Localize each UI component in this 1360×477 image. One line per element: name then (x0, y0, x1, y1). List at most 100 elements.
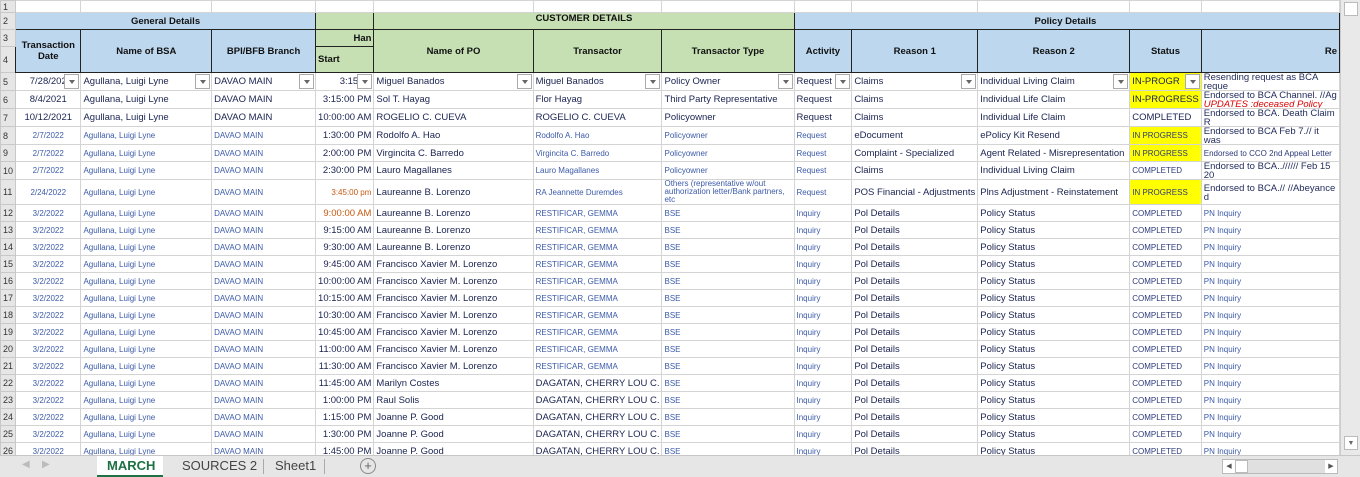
row-header[interactable]: 22 (0, 374, 17, 392)
cell-transaction-date[interactable]: 8/4/2021 (15, 90, 82, 109)
row-header[interactable]: 26 (0, 442, 17, 455)
vertical-scrollbar[interactable]: ▼ (1340, 0, 1360, 455)
cell-status[interactable]: COMPLETED (1129, 255, 1202, 273)
cell-activity[interactable]: Request (793, 72, 853, 91)
cell-reason-2[interactable]: Policy Status (977, 255, 1131, 273)
cell-bsa-name[interactable]: Agullana, Luigi Lyne (80, 255, 213, 273)
cell-transaction-date[interactable]: 3/2/2022 (15, 442, 82, 455)
cell-transaction-date[interactable]: 3/2/2022 (15, 255, 82, 273)
cell-transaction-date[interactable]: 3/2/2022 (15, 374, 82, 392)
cell-remarks[interactable]: PN Inquiry (1200, 289, 1340, 307)
cell-transactor[interactable]: RESTIFICAR, GEMMA (532, 221, 663, 239)
cell-start-time[interactable]: 9:45:00 AM (315, 255, 375, 273)
cell-transaction-date[interactable]: 2/7/2022 (15, 161, 82, 180)
cell-reason-2[interactable]: Policy Status (977, 204, 1131, 222)
cell-status[interactable]: COMPLETED (1129, 425, 1202, 443)
cell-reason-1[interactable]: Pol Details (851, 391, 979, 409)
cell-start-time[interactable]: 9:30:00 AM (315, 238, 375, 256)
cell-remarks[interactable]: PN Inquiry (1200, 306, 1340, 324)
cell-reason-1[interactable]: Pol Details (851, 374, 979, 392)
cell-remarks[interactable]: PN Inquiry (1200, 374, 1340, 392)
cell-po-name[interactable]: Francisco Xavier M. Lorenzo (373, 340, 534, 358)
cell-transactor-type[interactable]: BSE (661, 340, 795, 358)
row-header[interactable]: 11 (0, 179, 17, 205)
cell-activity[interactable]: Request (793, 179, 853, 205)
cell-status[interactable]: COMPLETED (1129, 391, 1202, 409)
cell-po-name[interactable]: Laureanne B. Lorenzo (373, 238, 534, 256)
cell-transactor[interactable]: RESTIFICAR, GEMMA (532, 340, 663, 358)
filter-dropdown-icon[interactable] (1113, 74, 1129, 89)
col-remarks[interactable]: Re (1200, 29, 1340, 73)
filter-dropdown-icon[interactable] (64, 74, 80, 89)
cell-activity[interactable]: Inquiry (793, 238, 853, 256)
cell-transaction-date[interactable]: 3/2/2022 (15, 238, 82, 256)
cell-remarks[interactable]: PN Inquiry (1200, 255, 1340, 273)
cell-branch[interactable]: DAVAO MAIN (211, 179, 317, 205)
cell-reason-2[interactable]: Policy Status (977, 340, 1131, 358)
cell-transactor[interactable]: RESTIFICAR, GEMMA (532, 272, 663, 290)
cell-transactor-type[interactable]: Others (representative w/out authorizati… (661, 179, 795, 205)
cell-activity[interactable]: Inquiry (793, 442, 853, 455)
cell-transactor-type[interactable]: BSE (661, 238, 795, 256)
cell-transactor[interactable]: RESTIFICAR, GEMMA (532, 204, 663, 222)
cell-bsa-name[interactable]: Agullana, Luigi Lyne (80, 108, 213, 127)
cell-bsa-name[interactable]: Agullana, Luigi Lyne (80, 72, 213, 91)
cell-start-time[interactable]: 10:15:00 AM (315, 289, 375, 307)
cell-start-time[interactable]: 2:00:00 PM (315, 144, 375, 162)
cell-status[interactable]: COMPLETED (1129, 374, 1202, 392)
col-status[interactable]: Status (1129, 29, 1202, 73)
cell-reason-2[interactable]: Policy Status (977, 323, 1131, 341)
cell-po-name[interactable]: Marilyn Costes (373, 374, 534, 392)
cell-po-name[interactable]: Miguel Banados (373, 72, 534, 91)
cell-status[interactable]: COMPLETED (1129, 238, 1202, 256)
cell-start-time[interactable]: 1:30:00 PM (315, 425, 375, 443)
cell-start-time[interactable]: 9:00:00 AM (315, 204, 375, 222)
row-header[interactable]: 19 (0, 323, 17, 341)
col-reason-1[interactable]: Reason 1 (851, 29, 979, 73)
cell-transactor-type[interactable]: BSE (661, 442, 795, 455)
cell-reason-2[interactable]: Policy Status (977, 289, 1131, 307)
cell-transaction-date[interactable]: 3/2/2022 (15, 323, 82, 341)
cell-reason-2[interactable]: Policy Status (977, 221, 1131, 239)
cell-status[interactable]: COMPLETED (1129, 221, 1202, 239)
cell-transactor-type[interactable]: Policyowner (661, 144, 795, 162)
row-header[interactable]: 23 (0, 391, 17, 409)
cell-transactor-type[interactable]: BSE (661, 374, 795, 392)
row-header[interactable]: 6 (0, 90, 17, 109)
row-header[interactable]: 20 (0, 340, 17, 358)
cell-remarks[interactable]: PN Inquiry (1200, 357, 1340, 375)
cell-bsa-name[interactable]: Agullana, Luigi Lyne (80, 161, 213, 180)
cell-branch[interactable]: DAVAO MAIN (211, 408, 317, 426)
cell-remarks[interactable]: PN Inquiry (1200, 391, 1340, 409)
col-activity[interactable]: Activity (793, 29, 853, 73)
row-header[interactable]: 2 (0, 12, 17, 30)
cell-transactor[interactable]: RESTIFICAR, GEMMA (532, 306, 663, 324)
scroll-down-arrow-icon[interactable]: ▼ (1344, 436, 1358, 450)
cell-transactor-type[interactable]: BSE (661, 323, 795, 341)
cell-branch[interactable]: DAVAO MAIN (211, 374, 317, 392)
cell-start-time[interactable]: 10:00:00 AM (315, 108, 375, 127)
cell-status[interactable]: COMPLETED (1129, 289, 1202, 307)
cell-po-name[interactable]: Sol T. Hayag (373, 90, 534, 109)
cell-branch[interactable]: DAVAO MAIN (211, 340, 317, 358)
prev-sheet-icon[interactable]: ◀ (22, 459, 30, 470)
cell-po-name[interactable]: Laureanne B. Lorenzo (373, 204, 534, 222)
cell-reason-2[interactable]: ePolicy Kit Resend (977, 126, 1131, 145)
cell-po-name[interactable]: Rodolfo A. Hao (373, 126, 534, 145)
cell-reason-1[interactable]: Pol Details (851, 221, 979, 239)
col-name-of-po[interactable]: Name of PO (373, 29, 534, 73)
cell-bsa-name[interactable]: Agullana, Luigi Lyne (80, 90, 213, 109)
cell-reason-2[interactable]: Policy Status (977, 306, 1131, 324)
cell-branch[interactable]: DAVAO MAIN (211, 391, 317, 409)
cell-transactor[interactable]: Flor Hayag (532, 90, 663, 109)
cell-transactor[interactable]: Virgincita C. Barredo (532, 144, 663, 162)
row-header[interactable]: 15 (0, 255, 17, 273)
row-header[interactable]: 14 (0, 238, 17, 256)
cell-transactor[interactable]: RESTIFICAR, GEMMA (532, 323, 663, 341)
cell-remarks[interactable]: PN Inquiry (1200, 221, 1340, 239)
cell-activity[interactable]: Inquiry (793, 425, 853, 443)
cell-start-time[interactable]: 1:30:00 PM (315, 126, 375, 145)
spreadsheet-grid[interactable]: 1 2 General Details CUSTOMER DETAILS Pol… (0, 0, 1340, 455)
cell-remarks[interactable]: Endorsed to BCA. Death Claim Rdocs // Ma… (1200, 108, 1340, 127)
cell-branch[interactable]: DAVAO MAIN (211, 72, 317, 91)
